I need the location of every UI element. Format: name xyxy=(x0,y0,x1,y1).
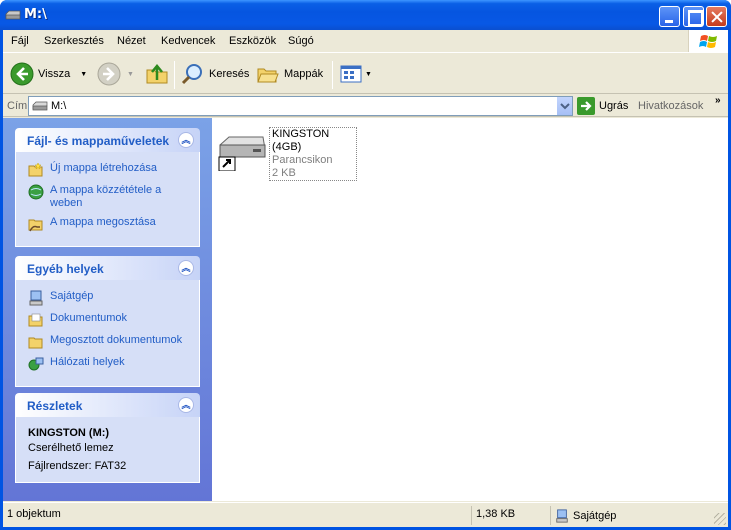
collapse-icon[interactable]: ︽ xyxy=(178,132,194,148)
views-button[interactable]: ▼ xyxy=(339,61,372,87)
folders-button[interactable]: Mappák xyxy=(256,61,323,87)
drive-icon xyxy=(5,10,21,20)
shortcut-label: KINGSTON (4GB) Parancsikon 2 KB xyxy=(269,127,357,181)
toolbar: Vissza ▼ ▼ Keresés Mappák ▼ xyxy=(3,54,728,94)
status-count: 1 objektum xyxy=(7,508,61,520)
explorer-window: M:\ Fájl Szerkesztés Nézet Kedvencek Esz… xyxy=(0,0,731,530)
collapse-icon[interactable]: ︽ xyxy=(178,260,194,276)
status-location: Sajátgép xyxy=(550,506,720,525)
place-my-computer[interactable]: Sajátgép xyxy=(28,290,187,306)
status-size: 1,38 KB xyxy=(471,506,549,525)
file-name: KINGSTON (4GB) xyxy=(272,128,330,153)
up-folder-button[interactable] xyxy=(145,61,169,87)
panel-title: Részletek xyxy=(27,399,83,413)
menu-bar: Fájl Szerkesztés Nézet Kedvencek Eszközö… xyxy=(3,30,728,53)
place-shared-documents[interactable]: Megosztott dokumentumok xyxy=(28,334,187,350)
drive-icon xyxy=(32,101,48,111)
details-panel: Részletek ︽ KINGSTON (M:) Cserélhető lem… xyxy=(15,393,200,483)
search-button[interactable]: Keresés xyxy=(181,61,249,87)
go-arrow-icon xyxy=(577,97,595,115)
computer-icon xyxy=(29,290,43,306)
file-list[interactable]: KINGSTON (4GB) Parancsikon 2 KB xyxy=(212,118,728,501)
window-title: M:\ xyxy=(24,7,47,22)
links-more-button[interactable]: » xyxy=(715,95,721,106)
toolbar-separator xyxy=(332,61,333,89)
menu-file[interactable]: Fájl xyxy=(11,35,29,47)
toolbar-separator xyxy=(174,61,175,89)
go-button[interactable]: Ugrás xyxy=(577,96,628,116)
panel-body: Új mappa létrehozása A mappa közzététele… xyxy=(15,152,200,247)
address-value: M:\ xyxy=(51,100,67,112)
menu-help[interactable]: Súgó xyxy=(288,35,314,47)
detail-type: Cserélhető lemez xyxy=(28,442,114,454)
chevron-down-icon xyxy=(560,103,570,110)
file-folder-tasks-panel: Fájl- és mappaműveletek ︽ Új mappa létre… xyxy=(15,128,200,247)
collapse-icon[interactable]: ︽ xyxy=(178,397,194,413)
menu-edit[interactable]: Szerkesztés xyxy=(44,35,104,47)
folders-icon xyxy=(257,68,279,83)
status-bar: 1 objektum 1,38 KB Sajátgép xyxy=(3,502,728,527)
links-toolbar[interactable]: Hivatkozások xyxy=(638,100,703,112)
globe-icon xyxy=(28,184,44,200)
forward-arrow-icon xyxy=(97,62,121,86)
views-dropdown-icon[interactable]: ▼ xyxy=(365,71,372,78)
new-folder-icon xyxy=(28,162,43,177)
detail-filesystem: Fájlrendszer: FAT32 xyxy=(28,460,127,472)
windows-logo-icon xyxy=(688,30,728,52)
resize-grip[interactable] xyxy=(714,513,726,525)
task-publish-web[interactable]: A mappa közzététele a weben xyxy=(28,184,187,210)
back-button[interactable]: Vissza ▼ xyxy=(10,61,87,87)
address-input[interactable]: M:\ xyxy=(28,96,573,116)
back-arrow-icon xyxy=(10,62,34,86)
share-folder-icon xyxy=(28,219,43,232)
panel-title: Fájl- és mappaműveletek xyxy=(27,134,170,148)
place-network[interactable]: Hálózati helyek xyxy=(28,356,187,372)
place-documents[interactable]: Dokumentumok xyxy=(28,312,187,328)
panel-body: Sajátgép Dokumentumok Megosztott dokumen… xyxy=(15,280,200,387)
window-body: Fájl Szerkesztés Nézet Kedvencek Eszközö… xyxy=(3,30,728,527)
task-share-folder[interactable]: A mappa megosztása xyxy=(28,216,187,232)
detail-name: KINGSTON (M:) xyxy=(28,427,110,439)
other-places-panel: Egyéb helyek ︽ Sajátgép Dokumentumok Meg… xyxy=(15,256,200,387)
panel-header[interactable]: Részletek ︽ xyxy=(15,393,200,417)
network-icon xyxy=(28,357,44,371)
panel-title: Egyéb helyek xyxy=(27,262,104,276)
address-dropdown-button[interactable] xyxy=(556,97,572,115)
menu-view[interactable]: Nézet xyxy=(117,35,146,47)
panel-body: KINGSTON (M:) Cserélhető lemez Fájlrends… xyxy=(15,417,200,483)
maximize-button[interactable] xyxy=(683,6,704,27)
computer-icon xyxy=(556,508,568,523)
documents-folder-icon xyxy=(28,313,43,327)
forward-dropdown-icon[interactable]: ▼ xyxy=(127,71,134,78)
task-pane: Fájl- és mappaműveletek ︽ Új mappa létre… xyxy=(3,118,212,501)
title-bar[interactable]: M:\ xyxy=(0,0,731,30)
shortcut-item[interactable]: KINGSTON (4GB) Parancsikon 2 KB xyxy=(217,125,357,181)
file-type: Parancsikon xyxy=(272,154,333,166)
panel-header[interactable]: Egyéb helyek ︽ xyxy=(15,256,200,280)
address-label: Cím xyxy=(7,100,28,112)
folder-icon xyxy=(28,337,43,349)
address-bar: Cím M:\ Ugrás Hivatkozások » xyxy=(3,95,728,117)
search-icon xyxy=(181,64,202,85)
panel-header[interactable]: Fájl- és mappaműveletek ︽ xyxy=(15,128,200,152)
close-button[interactable] xyxy=(706,6,727,27)
up-folder-icon xyxy=(146,64,168,84)
views-icon xyxy=(340,65,362,83)
menu-favorites[interactable]: Kedvencek xyxy=(161,35,215,47)
back-dropdown-icon[interactable]: ▼ xyxy=(80,71,87,78)
menu-tools[interactable]: Eszközök xyxy=(229,35,276,47)
drive-shortcut-icon xyxy=(218,136,266,171)
task-new-folder[interactable]: Új mappa létrehozása xyxy=(28,162,187,178)
file-size: 2 KB xyxy=(272,167,296,179)
forward-button[interactable]: ▼ xyxy=(97,61,134,87)
minimize-button[interactable] xyxy=(659,6,680,27)
